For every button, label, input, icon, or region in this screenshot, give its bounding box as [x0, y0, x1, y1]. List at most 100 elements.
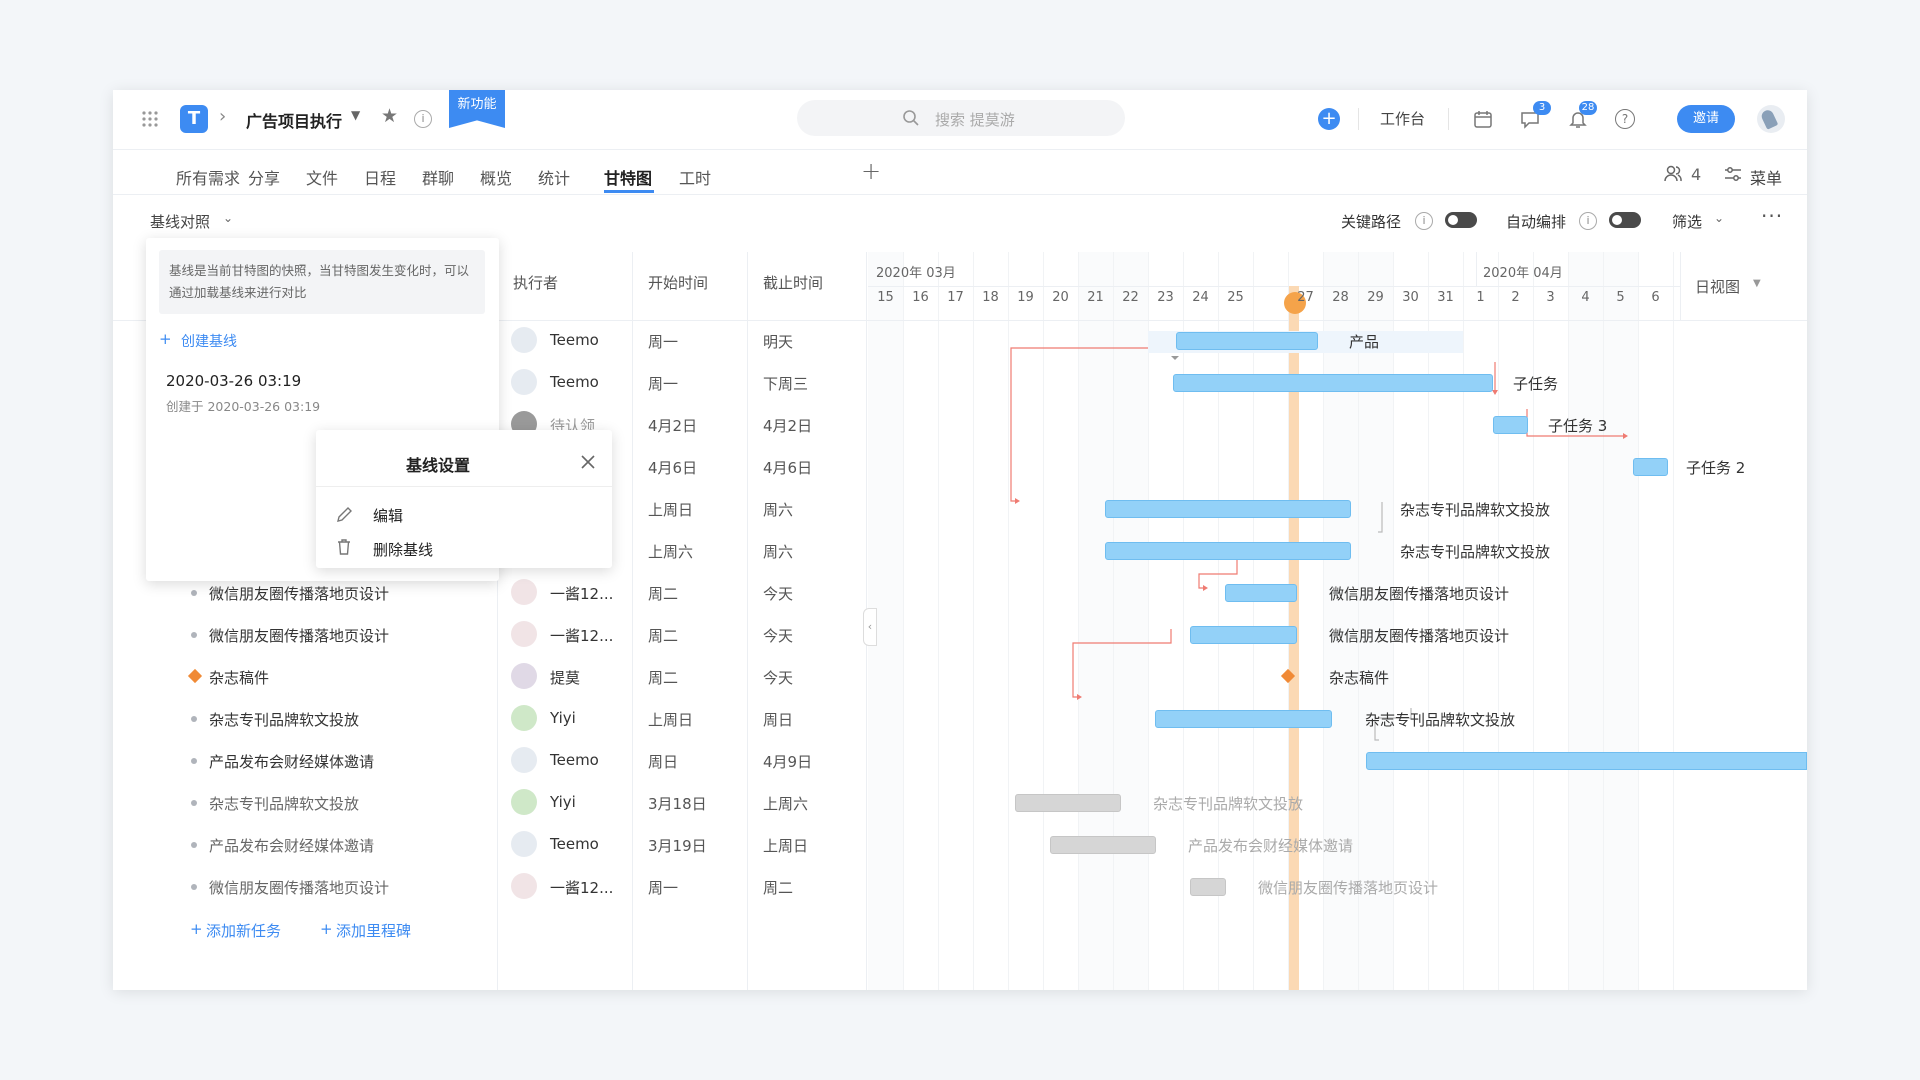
baseline-bar[interactable]: [1190, 878, 1226, 896]
top-bar: T › 广告项目执行 ▼ ★ i 新功能 搜索 提莫游 + 工作台 3 28 ?…: [113, 90, 1807, 150]
auto-schedule-toggle[interactable]: [1609, 212, 1641, 228]
project-dropdown-icon[interactable]: ▼: [351, 108, 360, 122]
gantt-bar[interactable]: [1225, 584, 1297, 602]
delete-baseline-item[interactable]: 删除基线: [316, 530, 612, 566]
app-grid-icon[interactable]: [141, 110, 159, 128]
edit-baseline-item[interactable]: 编辑: [316, 496, 612, 532]
gantt-bar-product[interactable]: [1176, 332, 1318, 350]
baseline-item-title[interactable]: 2020-03-26 03:19: [166, 372, 301, 390]
critical-path-info-icon[interactable]: i: [1415, 212, 1433, 230]
tab-all-requirements[interactable]: 所有需求: [176, 165, 240, 189]
task-name[interactable]: 杂志专刊品牌软文投放: [209, 709, 359, 730]
task-name[interactable]: 杂志专刊品牌软文投放: [209, 793, 359, 814]
due-date[interactable]: 4月9日: [763, 751, 812, 772]
due-date[interactable]: 明天: [763, 331, 793, 352]
star-icon[interactable]: ★: [381, 105, 398, 127]
add-task-plus-icon[interactable]: +: [190, 920, 203, 938]
menu-settings-icon[interactable]: [1723, 164, 1743, 184]
tab-gantt[interactable]: 甘特图: [604, 165, 652, 189]
tab-files[interactable]: 文件: [306, 165, 338, 189]
start-date[interactable]: 周日: [648, 751, 678, 772]
start-date[interactable]: 周一: [648, 877, 678, 898]
start-date[interactable]: 3月18日: [648, 793, 707, 814]
create-baseline-plus-icon[interactable]: +: [159, 330, 172, 348]
tab-statistics[interactable]: 统计: [538, 165, 570, 189]
gantt-bar[interactable]: [1190, 626, 1297, 644]
add-milestone-button[interactable]: 添加里程碑: [336, 920, 411, 941]
task-name[interactable]: 微信朋友圈传播落地页设计: [209, 625, 389, 646]
start-date[interactable]: 周一: [648, 373, 678, 394]
due-date[interactable]: 周日: [763, 709, 793, 730]
view-mode-dropdown[interactable]: 日视图 ▼: [1680, 252, 1807, 320]
tab-group-chat[interactable]: 群聊: [422, 165, 454, 189]
due-date[interactable]: 周六: [763, 499, 793, 520]
start-date[interactable]: 周二: [648, 583, 678, 604]
day-label: 6: [1651, 290, 1660, 305]
due-date[interactable]: 周二: [763, 877, 793, 898]
start-date[interactable]: 4月6日: [648, 457, 697, 478]
tab-schedule[interactable]: 日程: [364, 165, 396, 189]
start-date[interactable]: 周一: [648, 331, 678, 352]
search-box[interactable]: 搜索 提莫游: [797, 100, 1125, 136]
task-name[interactable]: 产品发布会财经媒体邀请: [209, 835, 374, 856]
task-name[interactable]: 微信朋友圈传播落地页设计: [209, 877, 389, 898]
task-name[interactable]: 产品发布会财经媒体邀请: [209, 751, 374, 772]
baseline-compare-dropdown[interactable]: 基线对照: [150, 211, 210, 232]
start-date[interactable]: 周二: [648, 667, 678, 688]
tab-overview[interactable]: 概览: [480, 165, 512, 189]
more-options-icon[interactable]: ···: [1761, 204, 1783, 228]
start-date[interactable]: 3月19日: [648, 835, 707, 856]
due-date[interactable]: 上周日: [763, 835, 808, 856]
new-feature-ribbon[interactable]: 新功能: [449, 90, 505, 128]
start-date[interactable]: 4月2日: [648, 415, 697, 436]
gantt-bar-subtask[interactable]: [1173, 374, 1493, 392]
gantt-bar[interactable]: [1105, 542, 1351, 560]
close-icon[interactable]: [580, 454, 596, 470]
due-date[interactable]: 周六: [763, 541, 793, 562]
baseline-bar[interactable]: [1050, 836, 1156, 854]
add-milestone-plus-icon[interactable]: +: [320, 920, 333, 938]
add-tab-icon[interactable]: +: [861, 157, 881, 185]
tab-work-hours[interactable]: 工时: [679, 165, 711, 189]
gantt-bar-subtask-3[interactable]: [1493, 416, 1528, 434]
start-date[interactable]: 上周六: [648, 541, 693, 562]
due-date[interactable]: 下周三: [763, 373, 808, 394]
create-baseline-button[interactable]: 创建基线: [181, 331, 237, 351]
user-avatar[interactable]: [1757, 105, 1785, 133]
add-task-button[interactable]: 添加新任务: [206, 920, 281, 941]
gantt-bar[interactable]: [1366, 752, 1807, 770]
baseline-bar[interactable]: [1015, 794, 1121, 812]
add-icon[interactable]: +: [1318, 108, 1340, 130]
gantt-bar[interactable]: [1155, 710, 1332, 728]
start-date[interactable]: 上周日: [648, 709, 693, 730]
calendar-icon[interactable]: [1473, 109, 1493, 129]
invite-button[interactable]: 邀请: [1677, 105, 1735, 133]
menu-button[interactable]: 菜单: [1750, 165, 1782, 189]
gantt-bar-subtask-2[interactable]: [1633, 458, 1668, 476]
due-date[interactable]: 上周六: [763, 793, 808, 814]
project-logo-icon[interactable]: T: [180, 105, 208, 133]
due-date[interactable]: 今天: [763, 583, 793, 604]
assignee-avatar: [511, 747, 537, 773]
workbench-link[interactable]: 工作台: [1380, 108, 1425, 129]
task-name[interactable]: 杂志稿件: [209, 667, 269, 688]
members-icon[interactable]: [1663, 164, 1683, 184]
start-date[interactable]: 上周日: [648, 499, 693, 520]
critical-path-toggle[interactable]: [1445, 212, 1477, 228]
task-name[interactable]: 微信朋友圈传播落地页设计: [209, 583, 389, 604]
column-due-date: 截止时间: [763, 274, 824, 292]
project-name[interactable]: 广告项目执行: [246, 108, 342, 132]
auto-schedule-info-icon[interactable]: i: [1579, 212, 1597, 230]
gantt-bar[interactable]: [1105, 500, 1351, 518]
help-icon[interactable]: ?: [1615, 109, 1635, 129]
filter-dropdown[interactable]: 筛选: [1672, 211, 1702, 232]
due-date[interactable]: 4月6日: [763, 457, 812, 478]
due-date[interactable]: 今天: [763, 625, 793, 646]
member-count[interactable]: 4: [1691, 165, 1701, 184]
start-date[interactable]: 周二: [648, 625, 678, 646]
tab-share[interactable]: 分享: [248, 165, 280, 189]
task-bullet: [191, 632, 197, 638]
info-icon[interactable]: i: [414, 110, 432, 128]
due-date[interactable]: 4月2日: [763, 415, 812, 436]
due-date[interactable]: 今天: [763, 667, 793, 688]
